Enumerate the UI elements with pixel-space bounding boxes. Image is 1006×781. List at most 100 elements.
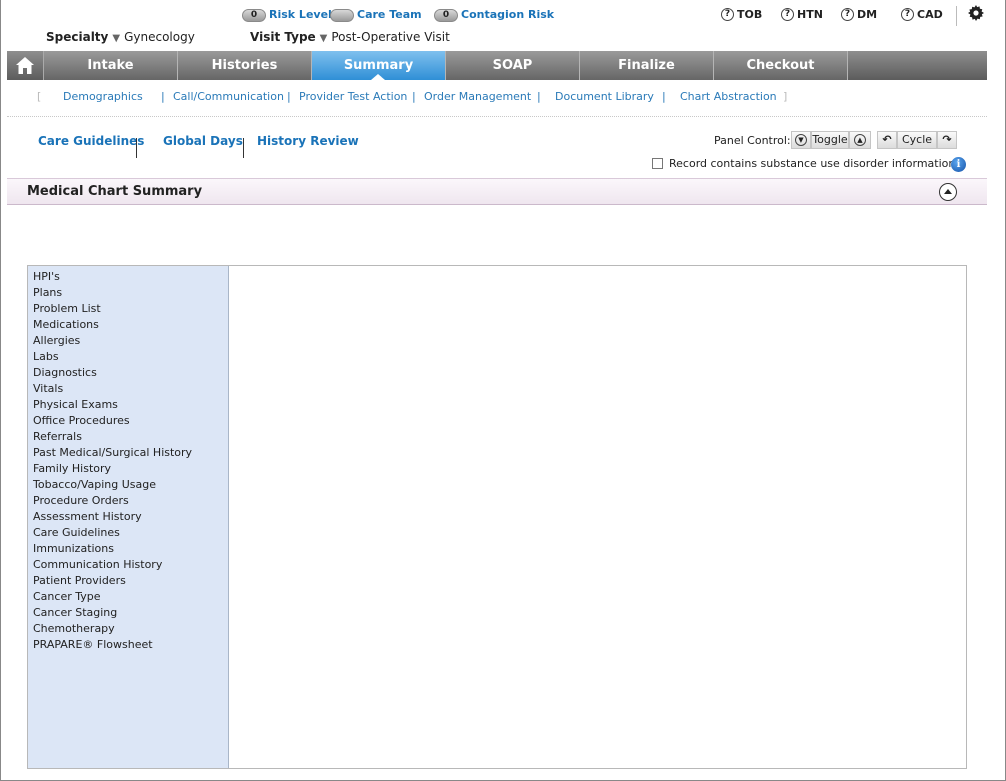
sidebar-item[interactable]: Procedure Orders bbox=[28, 493, 228, 509]
cycle-button[interactable]: Cycle bbox=[897, 131, 937, 149]
chevron-down-icon: ▼ bbox=[795, 134, 807, 146]
tab-finalize[interactable]: Finalize bbox=[580, 51, 714, 80]
main-nav: Intake Histories Summary SOAP Finalize C… bbox=[7, 51, 987, 80]
question-icon: ? bbox=[901, 8, 914, 21]
visit-type-selector[interactable]: Visit Type ▼ Post-Operative Visit bbox=[250, 30, 450, 44]
subnav-divider: | bbox=[412, 90, 416, 103]
subnav-document-library[interactable]: Document Library bbox=[555, 90, 654, 103]
undo-arrow-icon: ↶ bbox=[882, 133, 892, 146]
visit-type-label: Visit Type bbox=[250, 30, 316, 44]
sidebar-item[interactable]: Patient Providers bbox=[28, 573, 228, 589]
sidebar-item[interactable]: PRAPARE® Flowsheet bbox=[28, 637, 228, 653]
sidebar-item[interactable]: Labs bbox=[28, 349, 228, 365]
subnav-divider: | bbox=[537, 90, 541, 103]
sidebar-item[interactable]: Past Medical/Surgical History bbox=[28, 445, 228, 461]
help-htn[interactable]: ? HTN bbox=[781, 8, 823, 21]
summary-content-area bbox=[230, 266, 966, 768]
subnav-left-bracket: [ bbox=[37, 90, 42, 103]
specialty-selector[interactable]: Specialty ▼ Gynecology bbox=[46, 30, 195, 44]
subnav-demographics[interactable]: Demographics bbox=[63, 90, 143, 103]
subnav-divider: | bbox=[287, 90, 291, 103]
summary-sidebar: HPI's Plans Problem List Medications Allergi… bbox=[28, 266, 229, 768]
link-global-days[interactable]: Global Days bbox=[163, 134, 243, 148]
specialty-label: Specialty bbox=[46, 30, 109, 44]
subnav-call-communication[interactable]: Call/Communication bbox=[173, 90, 284, 103]
tab-intake[interactable]: Intake bbox=[44, 51, 178, 80]
subnav-divider: | bbox=[161, 90, 165, 103]
collapse-section-icon[interactable] bbox=[939, 183, 957, 201]
medical-chart-summary-header: Medical Chart Summary bbox=[7, 178, 987, 205]
expand-down-button[interactable]: ▼ bbox=[791, 131, 811, 149]
sidebar-item[interactable]: Cancer Staging bbox=[28, 605, 228, 621]
care-team-link[interactable]: Care Team bbox=[357, 8, 422, 21]
panel-control-label: Panel Control: bbox=[714, 134, 791, 147]
info-icon[interactable]: i bbox=[951, 157, 966, 172]
gear-icon[interactable] bbox=[965, 5, 987, 27]
sidebar-item[interactable]: Assessment History bbox=[28, 509, 228, 525]
dropdown-arrow-icon: ▼ bbox=[112, 33, 121, 44]
help-dm[interactable]: ? DM bbox=[841, 8, 877, 21]
sidebar-item[interactable]: Chemotherapy bbox=[28, 621, 228, 637]
redo-arrow-icon: ↷ bbox=[942, 133, 952, 146]
link-divider bbox=[136, 138, 137, 158]
subnav-order-management[interactable]: Order Management bbox=[424, 90, 531, 103]
sidebar-item[interactable]: Immunizations bbox=[28, 541, 228, 557]
sidebar-item[interactable]: Cancer Type bbox=[28, 589, 228, 605]
sidebar-item[interactable]: Referrals bbox=[28, 429, 228, 445]
dotted-divider bbox=[7, 116, 987, 117]
substance-use-label: Record contains substance use disorder i… bbox=[669, 157, 956, 170]
tab-summary[interactable]: Summary bbox=[312, 51, 446, 80]
cycle-back-button[interactable]: ↶ bbox=[877, 131, 897, 149]
subnav-chart-abstraction[interactable]: Chart Abstraction bbox=[680, 90, 777, 103]
home-icon[interactable] bbox=[7, 51, 44, 80]
sidebar-item[interactable]: Plans bbox=[28, 285, 228, 301]
subnav-right-bracket: ] bbox=[783, 90, 788, 103]
risk-level-count-pill[interactable]: 0 bbox=[242, 9, 266, 22]
substance-use-checkbox[interactable] bbox=[652, 158, 663, 169]
question-icon: ? bbox=[841, 8, 854, 21]
tab-histories[interactable]: Histories bbox=[178, 51, 312, 80]
help-htn-label: HTN bbox=[797, 8, 823, 21]
risk-level-link[interactable]: Risk Level bbox=[269, 8, 332, 21]
link-history-review[interactable]: History Review bbox=[257, 134, 359, 148]
collapse-up-button[interactable]: ▲ bbox=[849, 131, 871, 149]
toggle-button[interactable]: Toggle bbox=[811, 131, 849, 149]
tab-soap[interactable]: SOAP bbox=[446, 51, 580, 80]
sidebar-item[interactable]: Family History bbox=[28, 461, 228, 477]
chevron-up-icon: ▲ bbox=[854, 134, 866, 146]
contagion-risk-link[interactable]: Contagion Risk bbox=[461, 8, 554, 21]
question-icon: ? bbox=[781, 8, 794, 21]
dropdown-arrow-icon: ▼ bbox=[319, 33, 328, 44]
link-divider bbox=[243, 138, 244, 158]
section-title: Medical Chart Summary bbox=[27, 184, 203, 199]
header-divider bbox=[956, 6, 957, 26]
sidebar-item[interactable]: HPI's bbox=[28, 269, 228, 285]
sidebar-item[interactable]: Physical Exams bbox=[28, 397, 228, 413]
substance-use-row: Record contains substance use disorder i… bbox=[652, 157, 955, 170]
sidebar-item[interactable]: Communication History bbox=[28, 557, 228, 573]
sidebar-item[interactable]: Problem List bbox=[28, 301, 228, 317]
help-cad[interactable]: ? CAD bbox=[901, 8, 943, 21]
sidebar-item[interactable]: Care Guidelines bbox=[28, 525, 228, 541]
question-icon: ? bbox=[721, 8, 734, 21]
tab-checkout[interactable]: Checkout bbox=[714, 51, 848, 80]
sidebar-item[interactable]: Vitals bbox=[28, 381, 228, 397]
sidebar-item[interactable]: Allergies bbox=[28, 333, 228, 349]
contagion-risk-count-pill[interactable]: 0 bbox=[434, 9, 458, 22]
app-frame: 0 Risk Level Care Team 0 Contagion Risk … bbox=[0, 0, 1006, 781]
help-dm-label: DM bbox=[857, 8, 878, 21]
help-tob-label: TOB bbox=[737, 8, 763, 21]
visit-type-value: Post-Operative Visit bbox=[331, 30, 450, 44]
sidebar-item[interactable]: Tobacco/Vaping Usage bbox=[28, 477, 228, 493]
subnav-divider: | bbox=[662, 90, 666, 103]
cycle-forward-button[interactable]: ↷ bbox=[937, 131, 957, 149]
subnav-provider-test-action[interactable]: Provider Test Action bbox=[299, 90, 407, 103]
sidebar-item[interactable]: Medications bbox=[28, 317, 228, 333]
sidebar-item[interactable]: Office Procedures bbox=[28, 413, 228, 429]
help-cad-label: CAD bbox=[917, 8, 943, 21]
link-care-guidelines[interactable]: Care Guidelines bbox=[38, 134, 144, 148]
help-tob[interactable]: ? TOB bbox=[721, 8, 762, 21]
specialty-value: Gynecology bbox=[124, 30, 195, 44]
care-team-pill[interactable] bbox=[330, 9, 354, 22]
sidebar-item[interactable]: Diagnostics bbox=[28, 365, 228, 381]
